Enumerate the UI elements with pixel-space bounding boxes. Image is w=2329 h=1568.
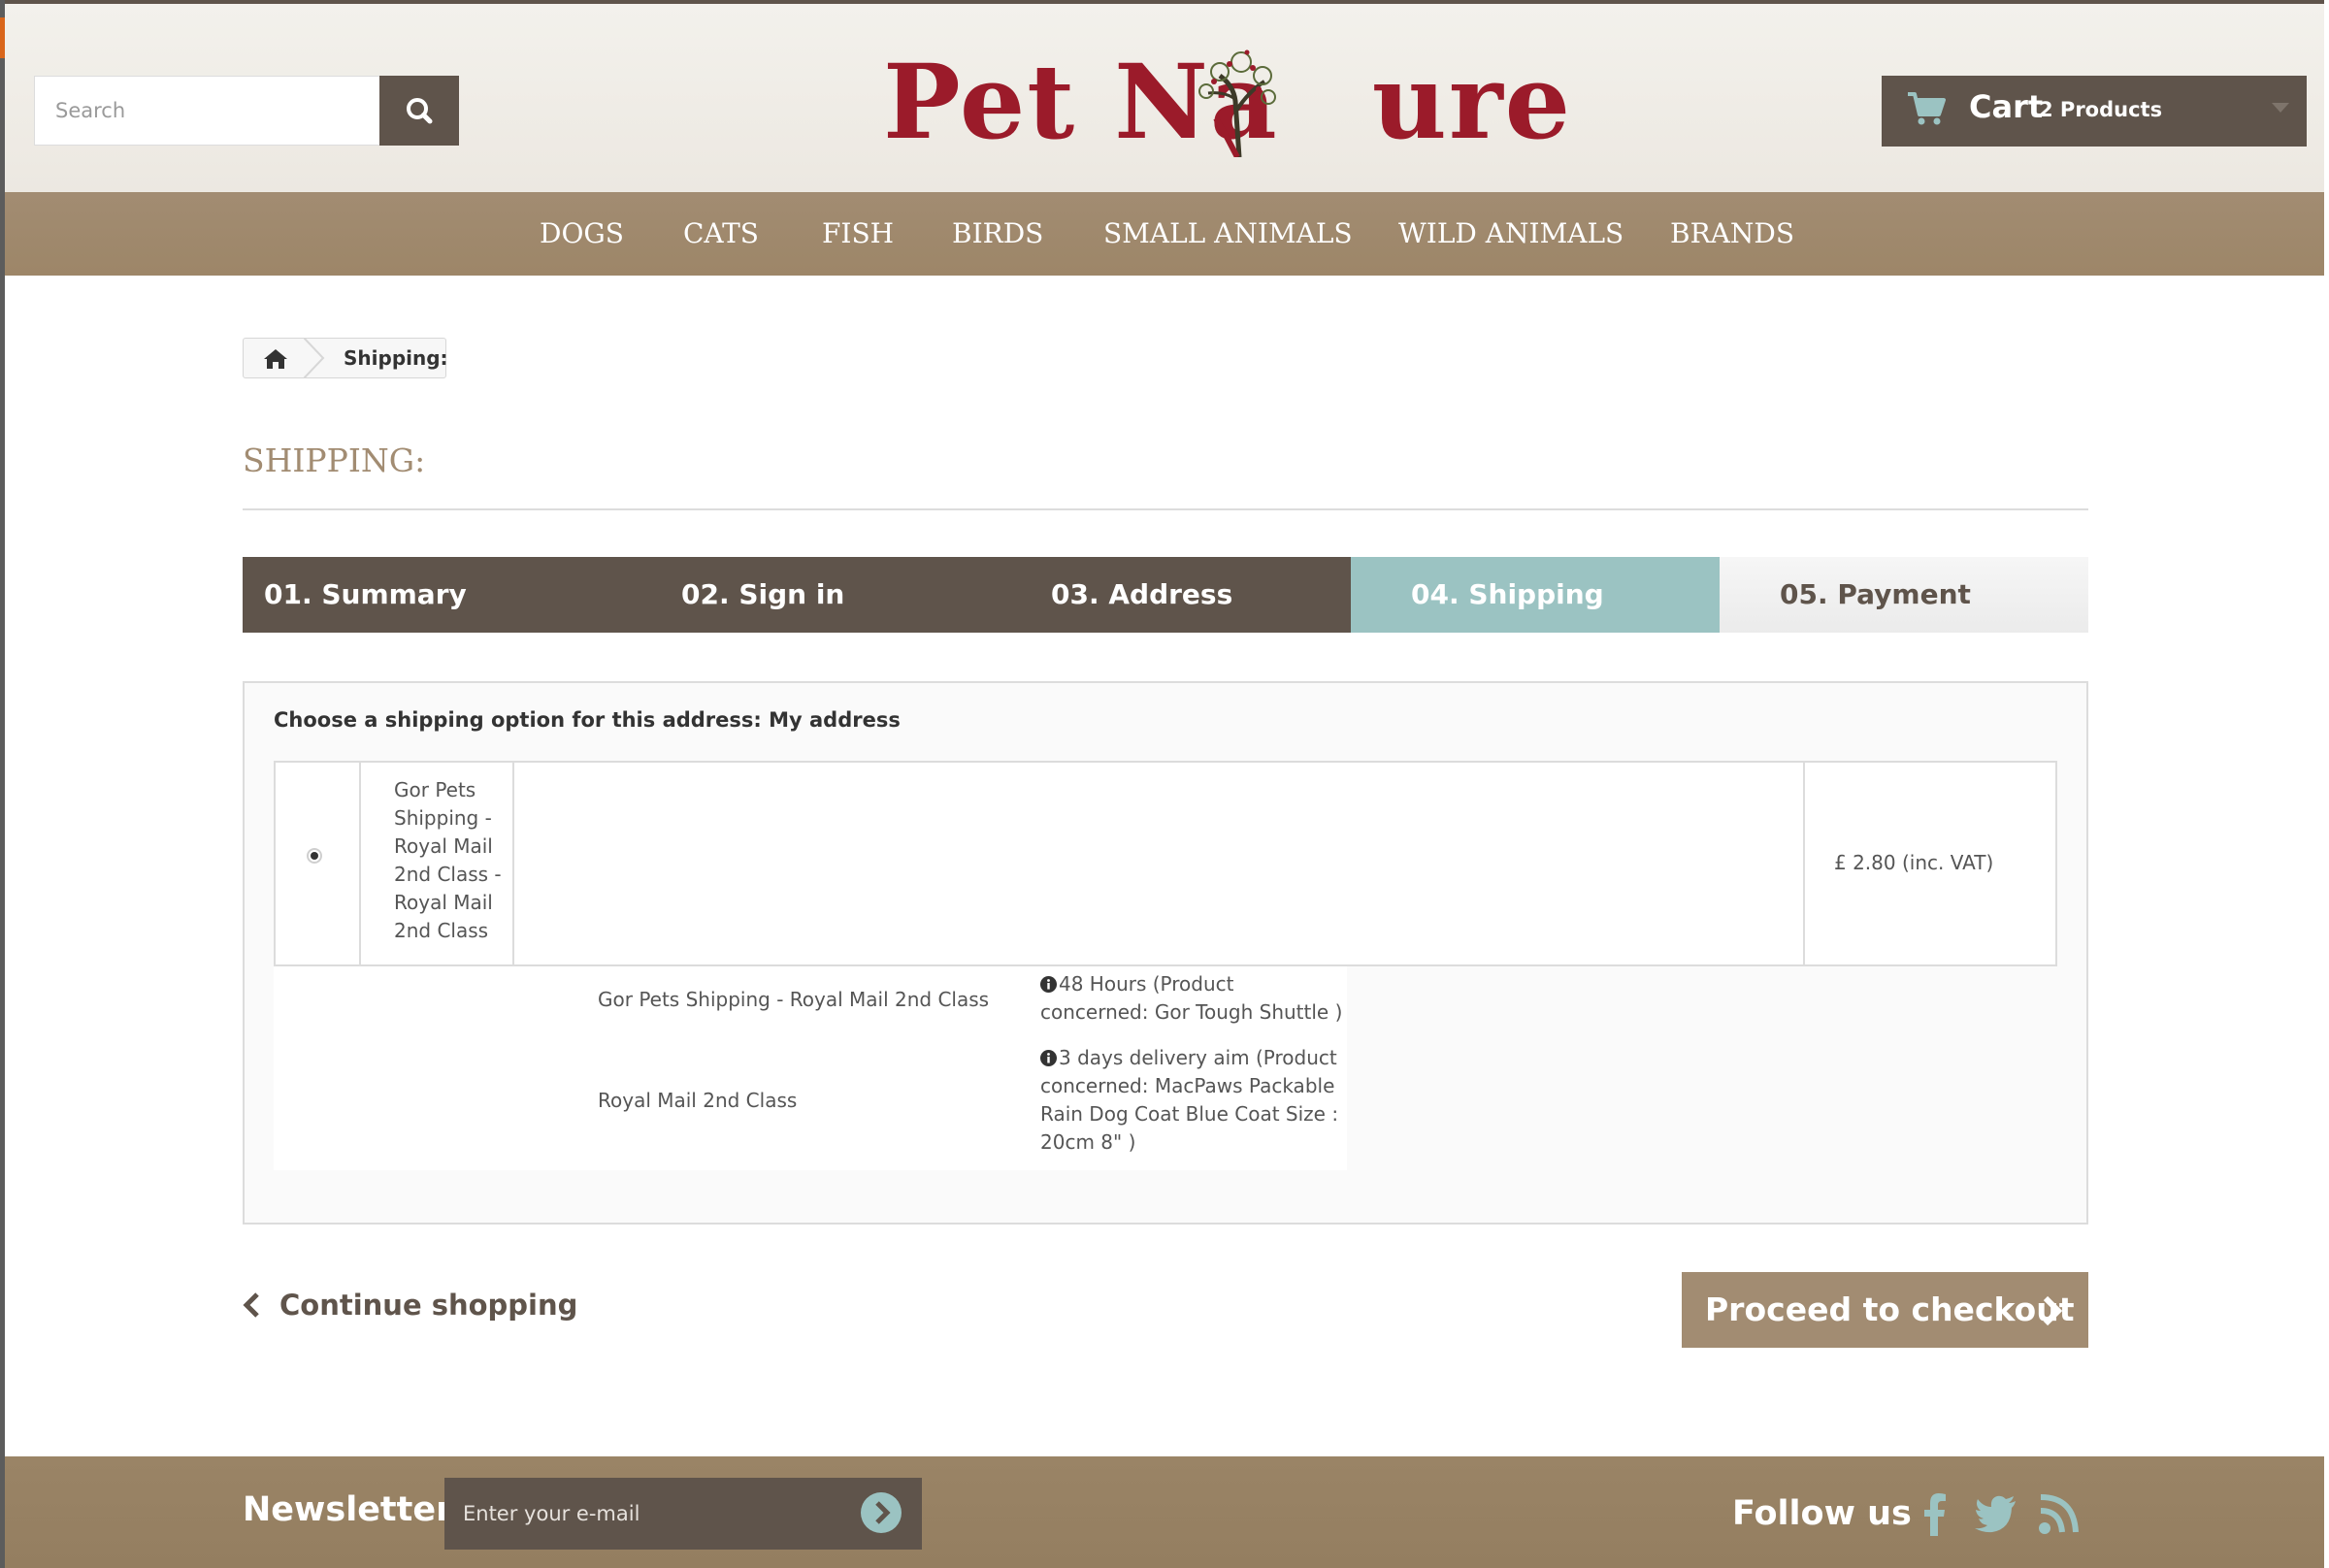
nav-item-wild-animals[interactable]: WILD ANIMALS <box>1398 192 1624 276</box>
nav-item-brands[interactable]: BRANDS <box>1670 192 1794 276</box>
detail-info: 48 Hours (Product concerned: Gor Tough S… <box>1040 970 1347 1027</box>
newsletter-email-input[interactable]: Enter your e-mail <box>444 1478 922 1550</box>
nav-item-birds[interactable]: BIRDS <box>952 192 1043 276</box>
cart-label: Cart <box>1969 88 2044 125</box>
newsletter-placeholder: Enter your e-mail <box>463 1502 640 1525</box>
search-button[interactable] <box>379 76 459 146</box>
cart-icon <box>1908 92 1946 125</box>
nav-item-cats[interactable]: CATS <box>683 192 759 276</box>
nav-item-small-animals[interactable]: SMALL ANIMALS <box>1103 192 1353 276</box>
option-radio-cell <box>276 763 361 964</box>
logo-tree-icon <box>1198 49 1276 157</box>
logo-text-right: ure <box>1371 41 1573 162</box>
newsletter-submit-icon[interactable] <box>860 1491 902 1534</box>
continue-shopping-link[interactable]: Continue shopping <box>279 1281 577 1329</box>
shipping-details: Gor Pets Shipping - Royal Mail 2nd Class… <box>274 966 1347 1170</box>
site-footer: Newsletter Enter your e-mail Follow us <box>5 1456 2324 1568</box>
option-blank-cell <box>514 763 1805 964</box>
twitter-icon[interactable] <box>1975 1491 2017 1536</box>
step-sign-in[interactable]: 02. Sign in <box>612 557 982 633</box>
radio-selected-dot <box>311 852 318 860</box>
step-shipping: 04. Shipping <box>1351 557 1720 633</box>
step-address[interactable]: 03. Address <box>982 557 1351 633</box>
follow-us-label: Follow us <box>1732 1494 1912 1533</box>
shipping-heading: Choose a shipping option for this addres… <box>274 708 901 732</box>
cart-count: 2 Products <box>2039 98 2163 121</box>
step-payment: 05. Payment <box>1720 557 2088 633</box>
detail-carrier: Gor Pets Shipping - Royal Mail 2nd Class <box>598 988 990 1011</box>
checkout-steps: 01. Summary 02. Sign in 03. Address 04. … <box>243 557 2088 633</box>
nav-item-dogs[interactable]: DOGS <box>540 192 624 276</box>
main-nav: DOGS CATS FISH BIRDS SMALL ANIMALS WILD … <box>5 192 2324 276</box>
checkout-label: Proceed to checkout <box>1705 1290 2075 1328</box>
nav-item-fish[interactable]: FISH <box>822 192 894 276</box>
shipping-option-radio[interactable] <box>307 848 322 864</box>
breadcrumb-separator <box>304 338 325 378</box>
option-name-cell: Gor Pets Shipping - Royal Mail 2nd Class… <box>361 763 514 964</box>
newsletter-label: Newsletter <box>243 1490 453 1529</box>
option-price-cell: £ 2.80 (inc. VAT) <box>1805 763 2055 964</box>
proceed-to-checkout-button[interactable]: Proceed to checkout <box>1682 1272 2088 1348</box>
breadcrumb: Shipping: <box>243 338 448 378</box>
step-summary[interactable]: 01. Summary <box>243 557 612 633</box>
detail-carrier: Royal Mail 2nd Class <box>598 1089 798 1112</box>
search-icon <box>407 98 433 124</box>
detail-info-text: 3 days delivery aim (Product concerned: … <box>1040 1046 1339 1154</box>
cart-button[interactable]: Cart 2 Products <box>1882 76 2307 147</box>
detail-info-text: 48 Hours (Product concerned: Gor Tough S… <box>1040 972 1343 1024</box>
breadcrumb-current: Shipping: <box>344 346 448 370</box>
chevron-down-icon[interactable] <box>2272 103 2289 113</box>
rss-icon[interactable] <box>2037 1491 2080 1536</box>
detail-info: 3 days delivery aim (Product concerned: … <box>1040 1044 1339 1157</box>
info-icon <box>1040 1050 1057 1066</box>
shipping-option-name: Gor Pets Shipping - Royal Mail 2nd Class… <box>394 778 502 942</box>
site-logo[interactable]: Pet Na ure <box>883 39 1570 165</box>
facebook-icon[interactable] <box>1913 1491 1955 1536</box>
info-icon <box>1040 976 1057 993</box>
page-title: SHIPPING: <box>243 441 426 479</box>
shipping-option-row[interactable]: Gor Pets Shipping - Royal Mail 2nd Class… <box>274 761 2057 966</box>
search-input[interactable]: Search <box>34 76 379 146</box>
chevron-left-icon[interactable] <box>243 1292 260 1318</box>
chevron-right-icon <box>2043 1295 2063 1326</box>
shipping-option-price: £ 2.80 (inc. VAT) <box>1834 851 1994 874</box>
home-icon[interactable] <box>263 348 288 370</box>
shipping-options-panel: Choose a shipping option for this addres… <box>243 681 2088 1225</box>
site-header: Search Pet Na ure Cart 2 Products <box>5 0 2324 192</box>
title-divider <box>243 508 2088 510</box>
